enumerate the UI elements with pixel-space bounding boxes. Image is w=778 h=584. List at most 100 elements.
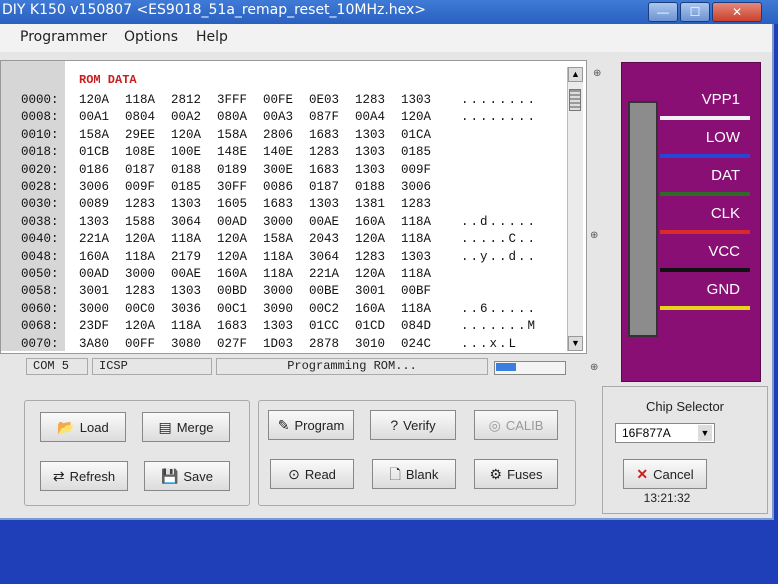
rom-word: 120A [217, 232, 248, 247]
progress-bar [494, 361, 566, 375]
save-icon: 💾 [160, 468, 179, 484]
rom-word: 00C2 [309, 301, 340, 316]
rom-word: 084D [401, 319, 432, 334]
splitter-bottom-icon[interactable]: ⊕ [590, 362, 598, 373]
menu-options[interactable]: Options [124, 29, 178, 45]
rom-word: 3064 [171, 214, 202, 229]
rom-word: 00AE [309, 214, 340, 229]
rom-word: 00FE [263, 93, 294, 107]
rom-word: 100E [171, 145, 202, 160]
progress-fill [496, 363, 517, 371]
rom-word: 3000 [125, 267, 156, 281]
rom-row-address: 0048: [21, 249, 59, 264]
window-title: DIY K150 v150807 <ES9018_51a_remap_reset… [2, 2, 427, 18]
rom-word: 080A [217, 110, 248, 125]
rom-row-ascii: ..y..d.. [461, 249, 538, 264]
cancel-x-icon: ✕ [636, 466, 649, 482]
fuses-label: Fuses [507, 467, 543, 482]
menu-programmer[interactable]: Programmer [20, 29, 107, 45]
rom-word: 0186 [79, 162, 110, 177]
pin-line [660, 116, 750, 120]
rom-word: 23DF [79, 319, 110, 334]
rom-row-address: 0060: [21, 301, 59, 316]
rom-row-address: 0038: [21, 214, 59, 229]
rom-word: 3000 [263, 214, 294, 229]
cancel-label: Cancel [653, 467, 694, 482]
rom-word: 00AD [79, 267, 110, 281]
menu-help[interactable]: Help [196, 29, 228, 45]
program-button[interactable]: ✎ Program [268, 410, 354, 440]
rom-data-view[interactable]: ROM DATA 0000: 120A 118A 2812 3FFF 00FE 0E03 12… [0, 60, 587, 354]
rom-word: 009F [125, 180, 156, 194]
rom-word: 1D03 [263, 336, 294, 351]
rom-word: 087F [309, 110, 340, 125]
rom-word: 00AE [171, 267, 202, 281]
pin-line [660, 306, 750, 310]
verify-button[interactable]: ? Verify [370, 410, 456, 440]
rom-word: 2878 [309, 336, 340, 351]
read-icon: ⊙ [288, 466, 300, 482]
rom-word: 120A [355, 267, 386, 281]
calib-button[interactable]: ◎ CALIB [474, 410, 558, 440]
rom-word: 0086 [263, 180, 294, 194]
rom-word: 1283 [401, 197, 432, 212]
chip-selector-title: Chip Selector [645, 399, 725, 414]
merge-button[interactable]: ▤ Merge [142, 412, 230, 442]
rom-word: 0185 [401, 145, 432, 160]
rom-row-ascii: ..d..... [461, 214, 538, 229]
program-icon: ✎ [277, 417, 290, 433]
calib-label: CALIB [505, 418, 544, 433]
splitter-mid-icon[interactable]: ⊕ [590, 230, 598, 241]
rom-word: 00AD [217, 214, 248, 229]
rom-word: 158A [263, 232, 294, 247]
merge-label: Merge [176, 420, 214, 435]
scroll-up-icon[interactable]: ▲ [568, 67, 583, 82]
rom-word: 00A4 [355, 110, 386, 125]
chevron-down-icon[interactable]: ▼ [698, 425, 712, 441]
rom-word: 108E [125, 145, 156, 160]
rom-word: 120A [217, 249, 248, 264]
chip-icon [628, 101, 658, 337]
verify-icon: ? [390, 417, 399, 433]
rom-word: 0804 [125, 110, 156, 125]
status-message: Programming ROM... [216, 358, 488, 375]
close-button[interactable]: ✕ [712, 2, 762, 22]
rom-row-address: 0000: [21, 93, 59, 107]
splitter-top-icon[interactable]: ⊕ [593, 68, 601, 79]
rom-word: 1303 [171, 197, 202, 212]
scroll-down-icon[interactable]: ▼ [568, 336, 583, 351]
rom-word: 1303 [355, 127, 386, 142]
scroll-thumb[interactable] [569, 89, 581, 111]
rom-word: 30FF [217, 180, 248, 194]
read-button[interactable]: ⊙ Read [270, 459, 354, 489]
rom-word: 300E [263, 162, 294, 177]
rom-word: 118A [401, 232, 432, 247]
fuses-button[interactable]: ⚙ Fuses [474, 459, 558, 489]
chip-select-dropdown[interactable]: 16F877A ▼ [615, 423, 715, 443]
mode-status: ICSP [92, 358, 212, 375]
save-button[interactable]: 💾 Save [144, 461, 230, 491]
pin-line [660, 268, 750, 272]
minimize-button[interactable]: — [648, 2, 678, 22]
clock-time: 13:21:32 [643, 491, 691, 505]
rom-word: 3006 [79, 180, 110, 194]
rom-word: 29EE [125, 127, 156, 142]
chip-selector-panel: Chip Selector 16F877A ▼ ✕ Cancel 13:21:32 [602, 386, 768, 514]
rom-word: 118A [401, 267, 432, 281]
rom-row-ascii: ........ [461, 93, 538, 107]
refresh-button[interactable]: ⇄ Refresh [40, 461, 128, 491]
refresh-label: Refresh [69, 469, 116, 484]
rom-word: 120A [401, 110, 432, 125]
maximize-button[interactable]: ☐ [680, 2, 710, 22]
rom-scrollbar[interactable]: ▲ ▼ [567, 67, 583, 351]
blank-button[interactable]: 🗋 Blank [372, 459, 456, 489]
blank-icon: 🗋 [389, 466, 401, 482]
rom-word: 1303 [79, 214, 110, 229]
rom-word: 148E [217, 145, 248, 160]
verify-label: Verify [403, 418, 436, 433]
load-button[interactable]: 📂 Load [40, 412, 126, 442]
cancel-button[interactable]: ✕ Cancel [623, 459, 707, 489]
rom-word: 3001 [79, 284, 110, 299]
rom-word: 1283 [125, 284, 156, 299]
rom-word: 158A [79, 127, 110, 142]
